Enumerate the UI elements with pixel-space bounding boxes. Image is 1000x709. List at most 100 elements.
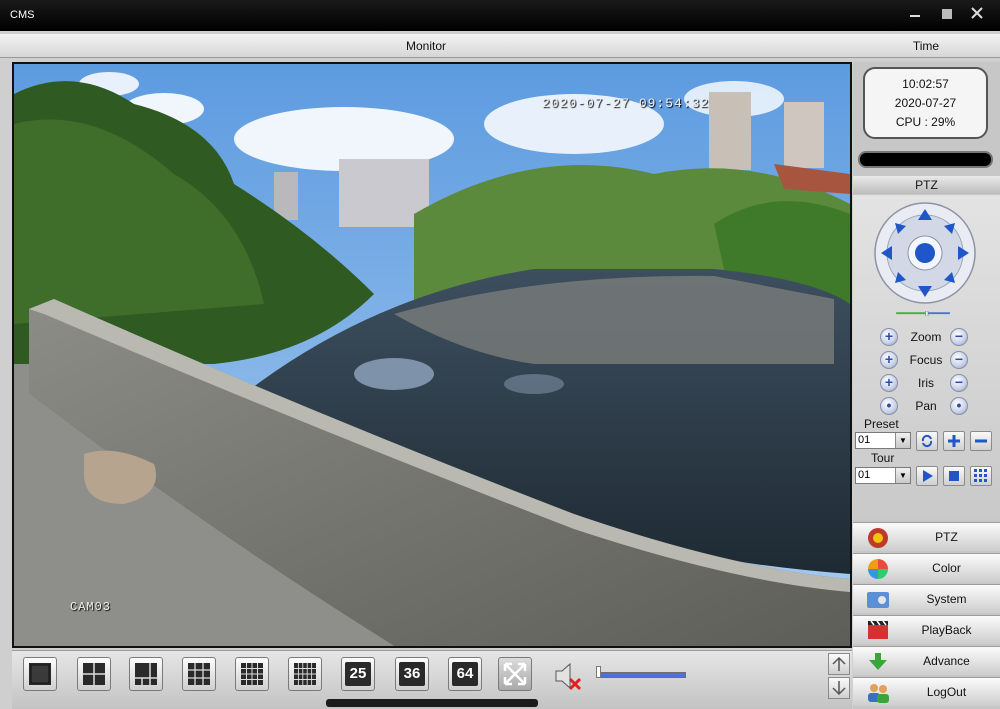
zoom-label: Zoom [910, 330, 942, 344]
ptz-direction-pad[interactable] [873, 201, 977, 305]
close-button[interactable] [968, 6, 986, 24]
tour-select[interactable]: 01 ▼ [855, 467, 911, 484]
panel-toggle-tab[interactable] [326, 699, 538, 707]
refresh-icon [921, 434, 933, 448]
zoom-in-button[interactable]: + [880, 328, 898, 346]
sixteen-view-icon [241, 663, 263, 685]
advance-icon [869, 653, 887, 670]
iris-label: Iris [918, 376, 934, 390]
title-bar: CMS [0, 0, 1000, 31]
single-view-icon [29, 663, 51, 685]
pan-label: Pan [915, 399, 937, 413]
camera-label-overlay: CAM03 [70, 600, 112, 614]
camera-video-feed[interactable]: 2020-07-27 09:54:32 CAM03 [12, 62, 852, 648]
system-icon [867, 592, 889, 608]
ptz-header: PTZ [853, 176, 1000, 194]
layout-1-button[interactable] [23, 657, 57, 691]
twenty-view-icon [294, 663, 316, 685]
pan-stop-button[interactable]: • [950, 397, 968, 415]
preset-add-button[interactable] [943, 431, 965, 451]
zoom-control: + Zoom − [880, 328, 972, 346]
right-panel: 10:02:57 2020-07-27 CPU : 29% PTZ + Zoom… [853, 62, 1000, 709]
video-timestamp-overlay: 2020-07-27 09:54:32 [542, 96, 710, 111]
layout-16-button[interactable] [235, 657, 269, 691]
minimize-icon [910, 15, 920, 17]
window-title: CMS [10, 9, 35, 21]
menu-color-button[interactable]: Color [853, 553, 1000, 582]
layout-20-button[interactable] [288, 657, 322, 691]
iris-close-button[interactable]: − [950, 374, 968, 392]
iris-open-button[interactable]: + [880, 374, 898, 392]
focus-out-button[interactable]: − [950, 351, 968, 369]
maximize-button[interactable] [938, 6, 956, 24]
volume-slider[interactable] [596, 672, 686, 678]
clock-display: 10:02:57 2020-07-27 CPU : 29% [863, 67, 988, 139]
preset-label: Preset [864, 417, 899, 431]
speaker-muted-icon [555, 662, 582, 691]
time-heading: Time [912, 39, 940, 53]
layout-64-label: 64 [452, 662, 478, 686]
menu-advance-label: Advance [923, 654, 970, 668]
preset-value: 01 [858, 434, 871, 446]
menu-advance-button[interactable]: Advance [853, 646, 1000, 675]
arrow-up-icon [832, 656, 846, 671]
camera-scene [14, 64, 850, 646]
pan-control: • Pan • [880, 397, 972, 415]
menu-ptz-button[interactable]: PTZ [853, 522, 1000, 551]
minus-icon [975, 439, 987, 443]
menu-system-label: System [926, 592, 967, 606]
clock-date: 2020-07-27 [894, 96, 957, 110]
layout-25-label: 25 [345, 662, 371, 686]
status-bar [858, 151, 993, 168]
clock-time: 10:02:57 [902, 77, 949, 91]
play-icon [923, 470, 933, 482]
preset-delete-button[interactable] [970, 431, 992, 451]
layout-4-button[interactable] [77, 657, 111, 691]
layout-36-button[interactable]: 36 [395, 657, 429, 691]
pan-start-button[interactable]: • [880, 397, 898, 415]
focus-control: + Focus − [880, 351, 972, 369]
chevron-down-icon: ▼ [895, 468, 910, 483]
tour-label: Tour [871, 451, 895, 465]
fullscreen-icon [503, 662, 527, 686]
iris-control: + Iris − [880, 374, 972, 392]
ptz-speed-slider[interactable] [880, 311, 966, 316]
fullscreen-button[interactable] [498, 657, 532, 691]
volume-slider-handle[interactable] [596, 666, 601, 678]
tour-value: 01 [858, 469, 871, 481]
menu-color-label: Color [932, 561, 961, 575]
monitor-heading: Monitor [405, 39, 446, 53]
zoom-out-button[interactable]: − [950, 328, 968, 346]
tour-grid-button[interactable] [970, 466, 992, 486]
scroll-down-button[interactable] [828, 677, 850, 699]
layout-25-button[interactable]: 25 [341, 657, 375, 691]
chevron-down-icon: ▼ [895, 433, 910, 448]
focus-in-button[interactable]: + [880, 351, 898, 369]
layout-9-button[interactable] [182, 657, 216, 691]
ptz-icon [868, 528, 888, 548]
preset-select[interactable]: 01 ▼ [855, 432, 911, 449]
tour-stop-button[interactable] [943, 466, 965, 486]
tour-play-button[interactable] [916, 466, 938, 486]
maximize-icon [942, 9, 952, 19]
arrow-down-icon [832, 681, 846, 696]
minimize-button[interactable] [906, 6, 924, 24]
header-bar: Monitor Time [0, 34, 1000, 58]
logout-icon [868, 684, 889, 703]
menu-logout-button[interactable]: LogOut [853, 677, 1000, 706]
layout-6-button[interactable] [129, 657, 163, 691]
close-icon [971, 7, 983, 19]
menu-playback-button[interactable]: PlayBack [853, 615, 1000, 644]
menu-system-button[interactable]: System [853, 584, 1000, 613]
preset-call-button[interactable] [916, 431, 938, 451]
focus-label: Focus [909, 353, 943, 367]
layout-36-label: 36 [399, 662, 425, 686]
playback-icon [868, 620, 888, 639]
grid-dots-icon [974, 469, 987, 482]
menu-logout-label: LogOut [926, 685, 967, 699]
six-view-icon [135, 663, 157, 685]
layout-64-button[interactable]: 64 [448, 657, 482, 691]
quad-view-icon [83, 663, 105, 685]
scroll-up-button[interactable] [828, 653, 850, 675]
mute-button[interactable] [550, 659, 584, 693]
